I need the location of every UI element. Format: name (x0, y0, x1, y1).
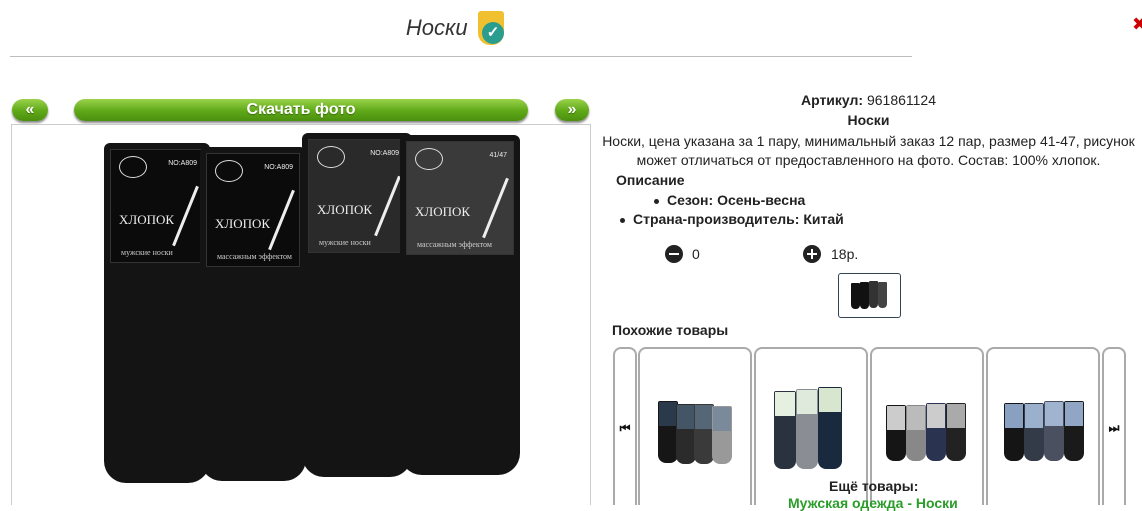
product-name: Носки (847, 112, 890, 128)
title-bar: Носки ✓ (0, 8, 912, 48)
download-photo-button[interactable]: Скачать фото (74, 99, 528, 121)
photo-next-button[interactable]: » (555, 99, 589, 121)
similar-product-1[interactable] (638, 347, 752, 505)
selected-photo-thumbnail[interactable] (838, 273, 901, 318)
bullet (620, 217, 625, 223)
sock-2: NO:A809 ХЛОПОК массажным эффектом (200, 147, 306, 481)
step-backward-icon: ⏮ (619, 421, 631, 435)
plus-circle-icon[interactable] (803, 245, 821, 263)
photo-prev-button[interactable]: « (12, 99, 48, 121)
sock-3: NO:A809 ХЛОПОК мужские носки (302, 133, 412, 477)
attribute-season: Сезон: Осень-весна (654, 192, 805, 208)
similar-products-heading: Похожие товары (612, 322, 729, 338)
sku-label: Артикул: (800, 92, 864, 108)
sku-value: 961861124 (866, 92, 937, 108)
product-description: Носки, цена указана за 1 пару, минимальн… (602, 133, 1135, 168)
sku-line: Артикул: 961861124 (595, 92, 1142, 108)
attribute-country: Страна-производитель: Китай (620, 211, 844, 227)
price-value: 18р. (831, 246, 859, 262)
more-products-link[interactable]: Мужская одежда - Носки (788, 495, 958, 511)
title-divider (10, 56, 912, 57)
sock-1: NO:A809 ХЛОПОК мужские носки (104, 143, 210, 483)
page-title: Носки (405, 15, 468, 40)
step-forward-icon: ⏭ (1108, 421, 1120, 435)
description-heading: Описание (616, 172, 685, 188)
minus-circle-icon[interactable] (665, 245, 683, 263)
carousel-prev-button[interactable]: ⏮ (613, 347, 637, 505)
more-products-heading: Ещё товары: (829, 478, 919, 494)
carousel-next-button[interactable]: ⏭ (1102, 347, 1126, 505)
bullet (654, 198, 659, 204)
similar-product-4[interactable] (986, 347, 1100, 505)
verified-shield-check-icon: ✓ (476, 8, 506, 48)
sock-4: 41/47 ХЛОПОК массажным эффектом (400, 135, 520, 475)
quantity-value: 0 (692, 246, 700, 262)
product-photo: NO:A809 ХЛОПОК мужские носки NO:A809 ХЛОПОК… (11, 124, 591, 505)
corner-close-icon[interactable]: ✖ (1132, 14, 1142, 40)
